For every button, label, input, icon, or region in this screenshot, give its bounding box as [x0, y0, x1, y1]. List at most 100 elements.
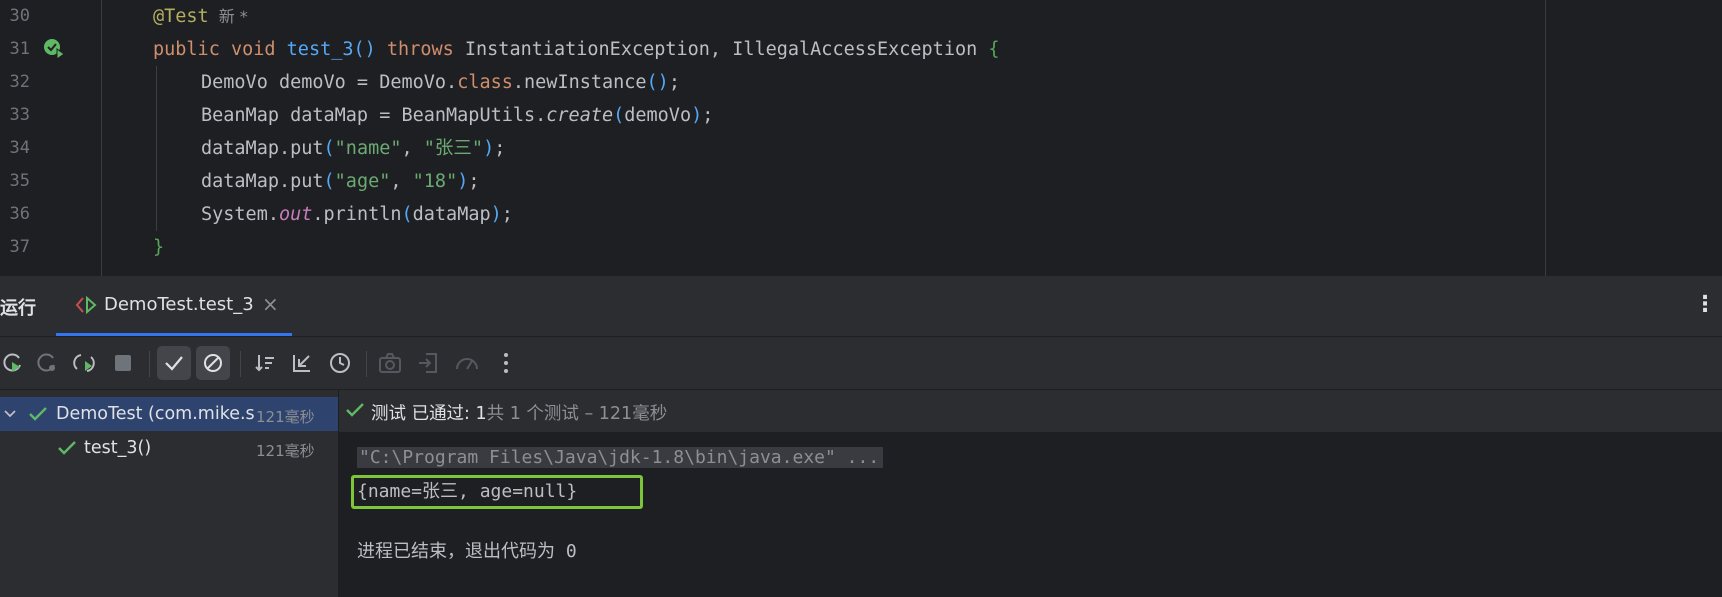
string-literal: "age" [334, 171, 391, 192]
code-line-30: @Test 新 * [153, 0, 248, 33]
console-command-line: "C:\Program Files\Java\jdk-1.8\bin\java.… [357, 444, 884, 472]
run-tool-window-header: 运行 DemoTest.test_3 × ⋮ [0, 276, 1722, 337]
line-number: 30 [9, 6, 30, 26]
right-margin-guide [1545, 0, 1546, 276]
passed-check-icon [28, 405, 48, 427]
code-line-34: dataMap.put("name", "张三"); [201, 132, 505, 165]
code-text: .println [312, 204, 402, 225]
rerun-failed-icon[interactable] [30, 346, 64, 380]
more-options-icon[interactable]: ⋮ [1694, 292, 1716, 317]
argument: dataMap [412, 204, 491, 225]
test-results-tree: DemoTest (com.mike.s 121毫秒 test_3() 121毫… [0, 390, 339, 597]
semicolon: ; [468, 171, 480, 192]
keyword: void [230, 39, 276, 60]
coverage-icon[interactable] [450, 346, 484, 380]
comma: , [401, 138, 424, 159]
parens: () [646, 72, 669, 93]
code-text: System. [201, 204, 279, 225]
show-passed-icon[interactable] [157, 346, 191, 380]
code-editor[interactable]: 30 31 32 33 34 35 36 37 @Test 新 * public … [0, 0, 1722, 276]
tree-node-test-class[interactable]: DemoTest (com.mike.s 121毫秒 [0, 397, 338, 431]
gutter-separator [101, 0, 102, 276]
toolbar-separator [366, 351, 367, 377]
keyword: throws [386, 39, 454, 60]
close-icon[interactable]: × [262, 292, 279, 316]
brace: } [153, 237, 165, 258]
sort-icon[interactable] [248, 346, 282, 380]
java-command[interactable]: "C:\Program Files\Java\jdk-1.8\bin\java.… [357, 447, 884, 468]
keyword: public [153, 39, 220, 60]
rerun-icon[interactable] [0, 346, 30, 380]
chevron-down-icon[interactable] [2, 405, 18, 425]
parens: () [353, 39, 376, 60]
more-icon[interactable] [489, 346, 523, 380]
semicolon: ; [668, 72, 680, 93]
line-number: 35 [9, 171, 30, 191]
code-line-32: DemoVo demoVo = DemoVo.class.newInstance… [201, 66, 680, 99]
inlay-hint[interactable]: 新 * [219, 7, 248, 26]
tree-node-test-method[interactable]: test_3() 121毫秒 [0, 431, 338, 465]
run-test-gutter-icon[interactable] [42, 37, 68, 61]
status-passed: 测试 已通过: 1 [371, 404, 487, 424]
line-number: 31 [9, 39, 30, 59]
string-literal: "张三" [423, 138, 484, 159]
passed-check-icon [345, 401, 365, 423]
comma: , [390, 171, 413, 192]
code-line-35: dataMap.put("age", "18"); [201, 165, 480, 198]
line-number: 37 [9, 237, 30, 257]
line-number: 34 [9, 138, 30, 158]
test-duration: 121毫秒 [256, 408, 315, 426]
code-text: DemoVo demoVo = DemoVo. [201, 72, 458, 93]
run-tool-title: 运行 [0, 298, 36, 319]
code-line-31: public void test_3() throws Instantiatio… [153, 33, 1000, 66]
status-summary: 共 1 个测试 – 121毫秒 [486, 404, 668, 424]
semicolon: ; [494, 138, 506, 159]
toolbar-separator [240, 351, 241, 377]
collapse-icon[interactable] [285, 346, 319, 380]
paren-close: ) [483, 138, 495, 159]
code-text: dataMap.put [201, 171, 324, 192]
code-text: BeanMap dataMap = BeanMapUtils. [201, 105, 547, 126]
paren-open: ( [401, 204, 413, 225]
test-class-label: DemoTest (com.mike.s [56, 404, 255, 424]
annotation: @Test [153, 6, 209, 27]
test-status-bar: 测试 已通过: 1共 1 个测试 – 121毫秒 [339, 390, 1722, 432]
highlight-box [351, 475, 643, 509]
method-name: test_3 [286, 39, 354, 60]
indent-guide [156, 66, 157, 231]
test-status-text: 测试 已通过: 1共 1 个测试 – 121毫秒 [371, 400, 667, 425]
tab-run-config[interactable]: DemoTest.test_3 × [56, 276, 292, 336]
history-icon[interactable] [323, 346, 357, 380]
argument: demoVo [624, 105, 692, 126]
test-method-label: test_3() [84, 438, 152, 458]
active-tab-indicator [56, 333, 292, 336]
line-number: 33 [9, 105, 30, 125]
line-number: 32 [9, 72, 30, 92]
semicolon: ; [702, 105, 714, 126]
exception-list: InstantiationException, IllegalAccessExc… [464, 39, 978, 60]
console-exit-line: 进程已结束，退出代码为 0 [357, 541, 577, 562]
paren-close: ) [691, 105, 703, 126]
code-line-37: } [153, 231, 164, 264]
paren-open: ( [613, 105, 625, 126]
paren-close: ) [490, 204, 502, 225]
stop-icon[interactable] [106, 346, 140, 380]
toggle-auto-test-icon[interactable] [67, 346, 101, 380]
run-toolbar [0, 337, 1722, 389]
semicolon: ; [501, 204, 513, 225]
line-number: 36 [9, 204, 30, 224]
passed-check-icon [57, 439, 77, 461]
keyword: class [457, 72, 513, 93]
string-literal: "18" [412, 171, 458, 192]
test-duration: 121毫秒 [256, 442, 315, 460]
screenshot-icon[interactable] [373, 346, 407, 380]
code-text: dataMap.put [201, 138, 324, 159]
show-ignored-icon[interactable] [196, 346, 230, 380]
console-output[interactable]: 测试 已通过: 1共 1 个测试 – 121毫秒 "C:\Program Fil… [339, 390, 1722, 597]
paren-open: ( [323, 171, 335, 192]
static-method: create [546, 105, 614, 126]
paren-open: ( [323, 138, 335, 159]
import-icon[interactable] [411, 346, 445, 380]
static-field: out [278, 204, 313, 225]
toolbar-separator [149, 351, 150, 377]
